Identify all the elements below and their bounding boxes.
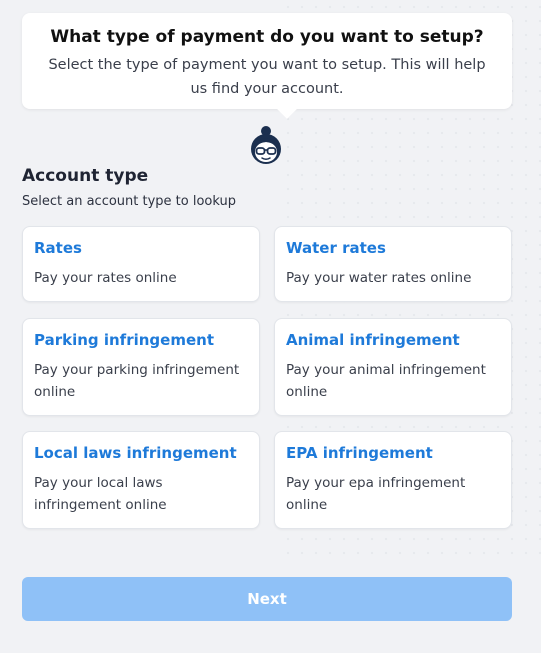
option-title: Parking infringement [34,331,214,349]
option-title: Local laws infringement [34,444,237,462]
option-card-local-laws-infringement[interactable]: Local laws infringement Pay your local l… [22,431,260,529]
option-description: Pay your rates online [34,270,177,286]
option-card-parking-infringement[interactable]: Parking infringement Pay your parking in… [22,318,260,416]
option-title: Animal infringement [286,331,460,349]
speech-bubble: What type of payment do you want to setu… [22,13,512,109]
option-card-animal-infringement[interactable]: Animal infringement Pay your animal infr… [274,318,512,416]
option-description: Pay your local laws infringement online [34,475,167,513]
option-title: Water rates [286,239,386,257]
section-title: Account type [22,166,149,186]
page-title: What type of payment do you want to setu… [50,27,484,47]
assistant-avatar-icon [247,125,285,165]
option-card-epa-infringement[interactable]: EPA infringement Pay your epa infringeme… [274,431,512,529]
next-button[interactable]: Next [22,577,512,621]
option-description: Pay your parking infringement online [34,362,240,400]
option-description: Pay your animal infringement online [286,362,486,400]
section-subtitle: Select an account type to lookup [22,194,236,209]
option-description: Pay your epa infringement online [286,475,466,513]
option-card-rates[interactable]: Rates Pay your rates online [22,226,260,302]
option-card-water-rates[interactable]: Water rates Pay your water rates online [274,226,512,302]
option-description: Pay your water rates online [286,270,472,286]
option-title: Rates [34,239,82,257]
page-subtitle: Select the type of payment you want to s… [48,57,486,97]
option-title: EPA infringement [286,444,433,462]
